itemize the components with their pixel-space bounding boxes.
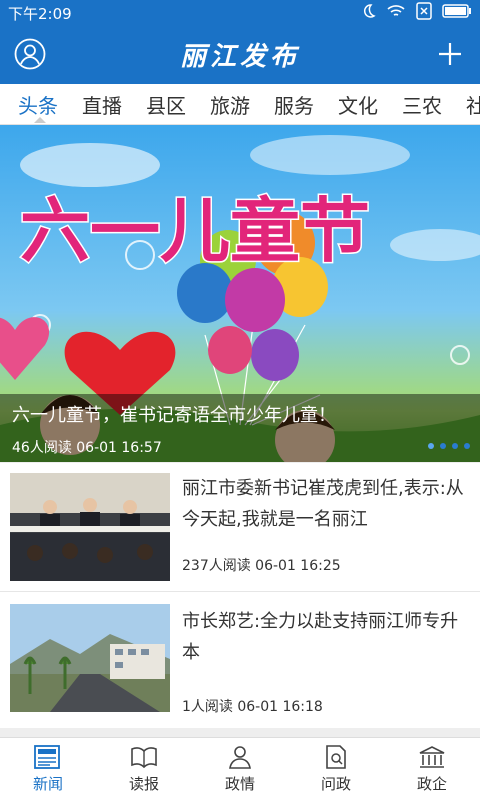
hero-title: 六一儿童节，崔书记寄语全市少年儿童！ (12, 405, 336, 426)
app-bar: 丽江发布 (0, 26, 480, 84)
newspaper-icon (34, 745, 60, 769)
news-meta: 1人阅读 06-01 16:18 (182, 699, 323, 715)
nav-government-enterprise[interactable]: 政企 (384, 744, 480, 794)
active-tab-indicator (34, 117, 46, 123)
nav-label: 问政 (320, 775, 351, 793)
carousel-dot[interactable] (440, 443, 446, 449)
tab-counties[interactable]: 县区 (146, 90, 186, 119)
app-title: 丽江发布 (179, 42, 300, 72)
document-query-icon (326, 745, 346, 769)
news-headline: 市长郑艺:全力以赴支持丽江师专升本 (182, 611, 459, 663)
person-icon (229, 746, 251, 769)
news-item[interactable]: 市长郑艺:全力以赴支持丽江师专升本 1人阅读 06-01 16:18 (0, 592, 480, 728)
nav-news[interactable]: 新闻 (0, 744, 96, 794)
tab-live[interactable]: 直播 (82, 90, 122, 119)
news-headline: 丽江市委新书记崔茂虎到任,表示:从今天起,我就是一名丽江 (182, 478, 464, 530)
tab-culture[interactable]: 文化 (338, 90, 378, 119)
carousel-dot[interactable] (428, 443, 434, 449)
moon-icon (363, 4, 376, 18)
news-thumbnail (10, 473, 170, 581)
status-time: 下午2:09 (8, 5, 72, 23)
divider (0, 728, 480, 737)
hero-banner-text: 六一儿童节 (20, 190, 370, 272)
tab-services[interactable]: 服务 (274, 90, 314, 119)
nav-label: 政情 (224, 775, 255, 793)
add-icon[interactable] (438, 42, 462, 66)
nav-label: 政企 (416, 775, 447, 793)
wifi-icon (387, 5, 405, 16)
tab-travel[interactable]: 旅游 (210, 90, 250, 119)
tab-more[interactable]: 社 (466, 90, 480, 119)
battery-icon (442, 4, 471, 18)
nav-label: 读报 (128, 775, 159, 793)
nav-read-paper[interactable]: 读报 (96, 744, 192, 794)
category-tabs: 头条 直播 县区 旅游 服务 文化 三农 社 (0, 84, 480, 125)
status-icons (360, 2, 472, 20)
tab-headlines[interactable]: 头条 (18, 90, 58, 119)
open-book-icon (131, 747, 157, 769)
bottom-nav: 新闻 读报 政情 问政 政企 (0, 737, 480, 801)
nav-label: 新闻 (32, 775, 63, 793)
status-bar: 下午2:09 (0, 0, 480, 26)
news-item[interactable]: 丽江市委新书记崔茂虎到任,表示:从今天起,我就是一名丽江 237人阅读 06-0… (0, 463, 480, 591)
no-sim-icon (416, 2, 432, 20)
carousel-dot[interactable] (464, 443, 470, 449)
carousel-dot[interactable] (452, 443, 458, 449)
carousel-dots (428, 443, 470, 449)
hero-banner[interactable]: 六一儿童节 六一儿童节，崔书记寄语全市少年儿童！ 46人阅读 06-01 16:… (0, 125, 480, 462)
news-meta: 237人阅读 06-01 16:25 (182, 558, 341, 574)
hero-meta: 46人阅读 06-01 16:57 (12, 440, 162, 456)
nav-ask-government[interactable]: 问政 (288, 744, 384, 794)
government-building-icon (419, 746, 445, 768)
nav-politics[interactable]: 政情 (192, 744, 288, 794)
news-thumbnail (10, 604, 170, 712)
tab-agriculture[interactable]: 三农 (402, 90, 442, 119)
